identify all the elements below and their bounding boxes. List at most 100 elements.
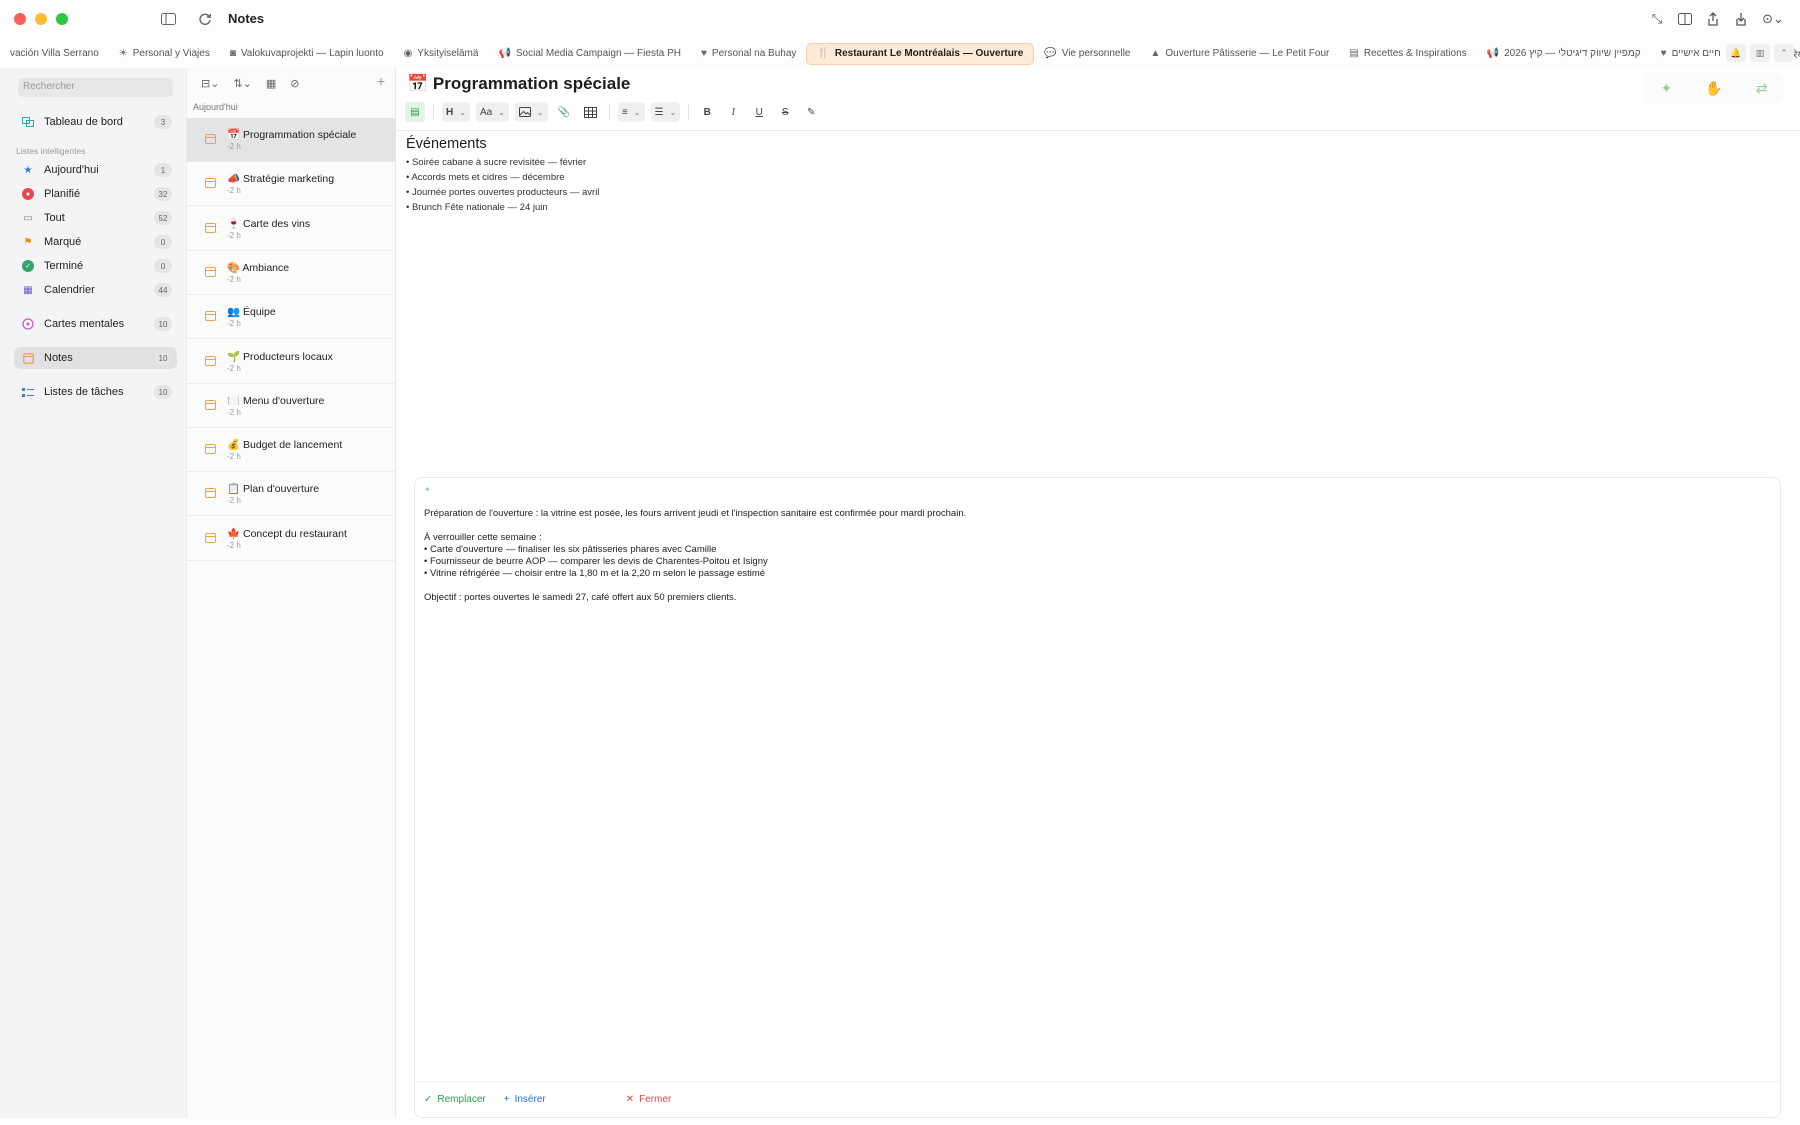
tab-overview-icon[interactable]: ▥ (1750, 44, 1770, 62)
note-icon (205, 532, 216, 543)
sidebar-item-smart-5[interactable]: ▦ Calendrier 44 (14, 279, 177, 301)
note-title: Menu d'ouverture (243, 394, 325, 407)
zoom-window-button[interactable] (56, 13, 68, 25)
expand-icon[interactable]: ⤡ (1648, 10, 1666, 28)
highlighter-icon[interactable]: ✎ (801, 102, 821, 122)
sidebar-item-label: Tableau de bord (44, 116, 123, 128)
tab-2[interactable]: ◙ Valokuvaprojekti — Lapin luonto (220, 43, 394, 65)
list-dropdown[interactable]: ☰ ⌄ (650, 102, 681, 122)
note-type-icon[interactable]: ▤ (405, 102, 425, 122)
ai-suggestion-text: Préparation de l'ouverture : la vitrine … (424, 508, 966, 604)
bullet-item: • Accords mets et cidres — décembre (406, 172, 565, 183)
sidebar-item-smart-3[interactable]: ⚑ Marqué 0 (14, 231, 177, 253)
sidebar: Rechercher Tableau de bord 3 Listes inte… (0, 68, 186, 1118)
note-list-item[interactable]: 📅 Programmation spéciale -2 h (187, 118, 396, 162)
table-icon[interactable] (580, 102, 601, 122)
strikethrough-button[interactable]: S (775, 102, 795, 122)
check-circle-icon: ✓ (22, 260, 34, 272)
tab-8[interactable]: ▲ Ouverture Pâtisserie — Le Petit Four (1140, 43, 1339, 65)
insert-button[interactable]: + Insérer (504, 1094, 546, 1105)
font-size-dropdown[interactable]: Aa ⌄ (475, 102, 509, 122)
inbox-filter-icon[interactable]: ⊟⌄ (201, 77, 219, 90)
tab-7[interactable]: 💬 Vie personnelle (1034, 43, 1140, 65)
note-icon (205, 222, 216, 233)
sidebar-item-dashboard[interactable]: Tableau de bord 3 (14, 111, 177, 133)
split-view-icon[interactable] (1676, 10, 1694, 28)
tab-5[interactable]: ♥ Personal na Buhay (691, 43, 806, 65)
heading-dropdown[interactable]: H ⌄ (442, 102, 470, 122)
ai-text-line: À verrouiller cette semaine : (424, 532, 542, 543)
note-time: -2 h (227, 319, 241, 329)
tab-1[interactable]: ☀ Personal y Viajes (109, 43, 220, 65)
sidebar-item-smart-1[interactable]: ● Planifié 32 (14, 183, 177, 205)
note-body[interactable]: Événements • Soirée cabane à sucre revis… (406, 136, 599, 215)
flag-icon: ⚑ (23, 236, 33, 248)
note-list-item[interactable]: 🍁 Concept du restaurant -2 h (187, 517, 396, 561)
note-title: Ambiance (242, 261, 290, 274)
bullet-item: • Soirée cabane à sucre revisitée — févr… (406, 157, 587, 168)
download-icon[interactable] (1732, 10, 1750, 28)
underline-button[interactable]: U (749, 102, 769, 122)
tab-0[interactable]: vación Villa Serrano (0, 43, 109, 65)
sidebar-item-label: Cartes mentales (44, 318, 125, 330)
search-input[interactable]: Rechercher (18, 78, 173, 97)
translate-icon[interactable]: ⇄ (1756, 80, 1768, 97)
note-list-item[interactable]: 👥 Équipe -2 h (187, 295, 396, 340)
sidebar-toggle-icon[interactable] (158, 10, 178, 28)
note-icon (205, 266, 216, 277)
bell-icon[interactable]: 🔔 (1726, 44, 1746, 62)
replace-button[interactable]: ✓ Remplacer (424, 1094, 486, 1105)
note-time: -2 h (227, 186, 241, 196)
sidebar-item-smart-0[interactable]: ★ Aujourd'hui 1 (14, 159, 177, 181)
tab-9[interactable]: ▤ Recettes & Inspirations (1339, 43, 1476, 65)
tab-4[interactable]: 📢 Social Media Campaign — Fiesta PH (488, 43, 691, 65)
section-header: Aujourd'hui (193, 102, 238, 112)
note-list-item[interactable]: 🍽️ Menu d'ouverture -2 h (187, 384, 396, 428)
note-list: ⊟⌄ ⇅⌄ ▦ ⊘ + Aujourd'hui 📅 Programmation … (186, 68, 396, 1118)
megaphone-icon: 📢 (1486, 48, 1500, 59)
sort-icon[interactable]: ⇅⌄ (233, 77, 251, 90)
note-list-item[interactable]: 🌱 Producteurs locaux -2 h (187, 340, 396, 384)
note-item-title: 🍷 Carte des vins (227, 217, 310, 230)
more-options-icon[interactable]: ⊙⌄ (1760, 10, 1786, 28)
image-icon (518, 107, 531, 117)
italic-button[interactable]: I (723, 102, 743, 122)
hand-icon[interactable]: ✋ (1705, 80, 1722, 97)
note-list-item[interactable]: 🎨 Ambiance -2 h (187, 251, 396, 295)
sidebar-item-smart-2[interactable]: ▭ Tout 52 (14, 207, 177, 229)
chevron-down-icon: ⌄ (459, 107, 466, 117)
tab-6[interactable]: 🍴 Restaurant Le Montréalais — Ouverture (806, 42, 1035, 65)
align-dropdown[interactable]: ≡ ⌄ (618, 102, 645, 122)
tab-11[interactable]: ♥ חיים אישיים (1651, 43, 1731, 65)
note-list-item[interactable]: 📋 Plan d'ouverture -2 h (187, 472, 396, 517)
bold-button[interactable]: B (697, 102, 717, 122)
add-note-icon[interactable]: + (377, 73, 385, 89)
image-dropdown[interactable]: ⌄ (514, 102, 548, 122)
format-toolbar: ▤ H ⌄ Aa ⌄ ⌄ 📎 ≡ ⌄ ☰ ⌄ B I U S ✎ (405, 101, 821, 123)
view-mode-icon[interactable]: ▦ (266, 77, 276, 90)
sidebar-item-tasks[interactable]: Listes de tâches 10 (14, 381, 177, 403)
sidebar-item-smart-4[interactable]: ✓ Terminé 0 (14, 255, 177, 277)
close-button[interactable]: ✕ Fermer (626, 1094, 672, 1105)
count-badge: 10 (154, 351, 172, 365)
check-filter-icon[interactable]: ⊘ (290, 77, 299, 90)
note-title: Stratégie marketing (243, 173, 335, 186)
chevron-up-icon[interactable]: ⌃ (1774, 44, 1794, 62)
share-icon[interactable] (1704, 10, 1722, 28)
sidebar-item-mindmaps[interactable]: Cartes mentales 10 (14, 313, 177, 335)
sparkle-icon[interactable]: ✦ (1661, 80, 1673, 97)
note-time: -2 h (227, 142, 241, 151)
note-list-item[interactable]: 🍷 Carte des vins -2 h (187, 207, 396, 251)
close-window-button[interactable] (14, 13, 26, 25)
tab-3[interactable]: ◉ Yksityiselämä (394, 43, 489, 65)
camera-icon: ◙ (229, 48, 236, 59)
tab-10[interactable]: 📢 קמפיין שיווק דיגיטלי — קיץ 2026 (1477, 43, 1651, 65)
sidebar-item-notes[interactable]: Notes 10 (14, 347, 177, 369)
note-list-item[interactable]: 📣 Stratégie marketing -2 h (187, 162, 396, 207)
note-title[interactable]: 📅 Programmation spéciale (407, 74, 630, 94)
note-list-item[interactable]: 💰 Budget de lancement -2 h (187, 428, 396, 473)
minimize-window-button[interactable] (35, 13, 47, 25)
sync-icon[interactable] (195, 10, 215, 28)
attachment-icon[interactable]: 📎 (554, 102, 574, 122)
ai-text-line: Objectif : portes ouvertes le samedi 27,… (424, 592, 737, 603)
